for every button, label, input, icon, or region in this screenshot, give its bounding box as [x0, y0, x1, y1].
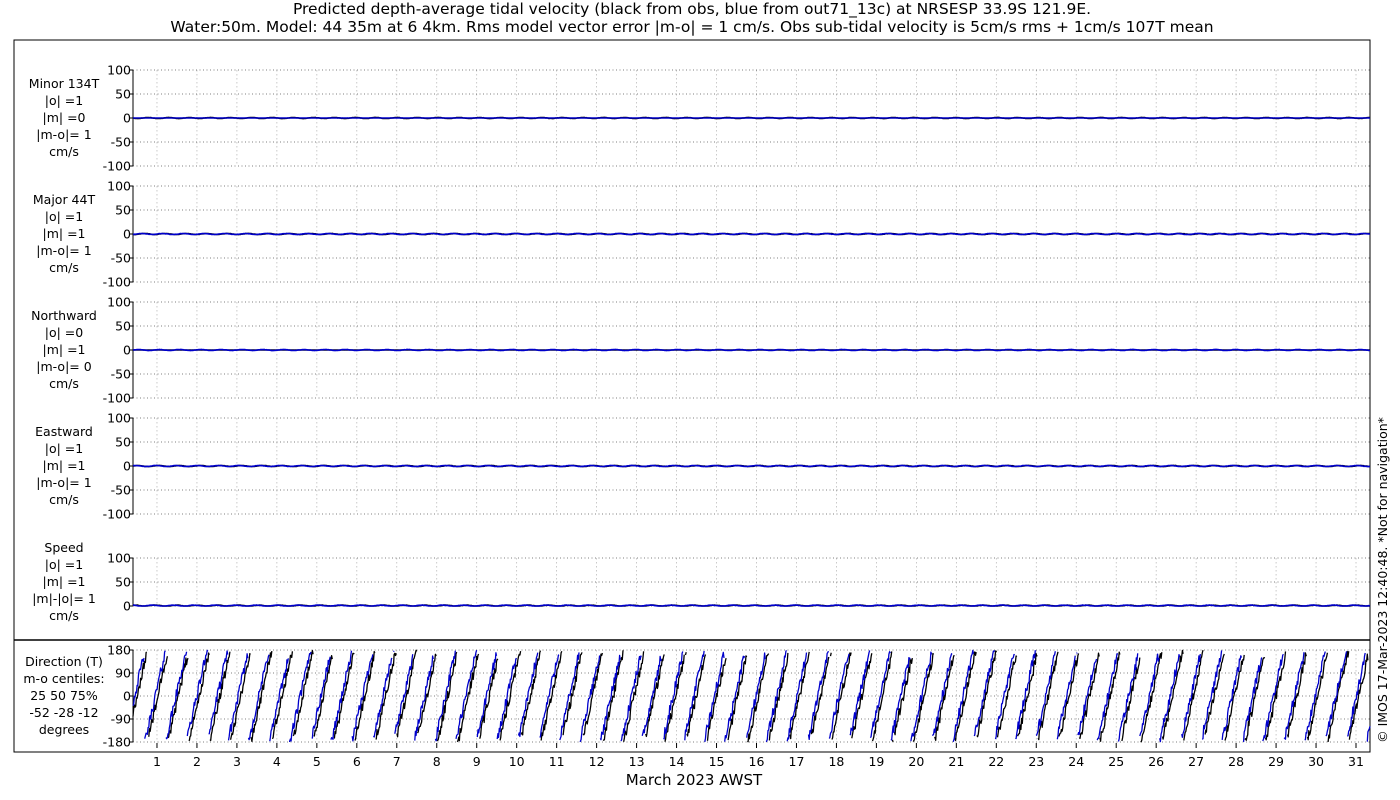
- y-tick-label: 0: [123, 599, 131, 614]
- x-tick-label: 18: [828, 754, 844, 769]
- panel-label-line: 25 50 75%: [30, 688, 98, 703]
- x-tick-label: 8: [433, 754, 441, 769]
- y-tick-label: -50: [111, 251, 131, 266]
- x-tick-label: 2: [193, 754, 201, 769]
- panel-label-line: |m|-|o|= 1: [32, 591, 96, 606]
- panel-label-line: |m-o|= 1: [36, 475, 91, 490]
- panel-label-line: Eastward: [35, 424, 93, 439]
- panel-label-line: -52 -28 -12: [29, 705, 98, 720]
- panel-label-line: |m| =1: [43, 458, 86, 473]
- x-tick-label: 19: [868, 754, 884, 769]
- x-tick-label: 4: [273, 754, 281, 769]
- y-tick-label: 100: [107, 411, 131, 426]
- y-tick-label: 90: [115, 666, 131, 681]
- panel-label-line: Major 44T: [33, 192, 96, 207]
- x-tick-label: 5: [313, 754, 321, 769]
- y-tick-label: 100: [107, 295, 131, 310]
- panel-label-line: |m-o|= 1: [36, 243, 91, 258]
- panel-label-line: cm/s: [49, 492, 79, 507]
- y-tick-label: -180: [103, 735, 131, 750]
- panel-label-line: Minor 134T: [29, 76, 100, 91]
- panel-label-line: cm/s: [49, 376, 79, 391]
- panel-label-line: cm/s: [49, 260, 79, 275]
- y-tick-label: 180: [107, 643, 131, 658]
- chart-title-line2: Water:50m. Model: 44 35m at 6 4km. Rms m…: [170, 18, 1213, 36]
- x-tick-label: 28: [1228, 754, 1244, 769]
- panel-label-line: |o| =1: [45, 93, 83, 108]
- copyright-note: © IMOS 17-Mar-2023 12:40:48. *Not for na…: [1375, 417, 1390, 743]
- x-tick-label: 20: [908, 754, 924, 769]
- y-tick-label: 0: [123, 689, 131, 704]
- chart-title-line1: Predicted depth-average tidal velocity (…: [293, 0, 1091, 19]
- x-tick-label: 21: [948, 754, 964, 769]
- x-tick-label: 7: [393, 754, 401, 769]
- tidal-velocity-figure: Predicted depth-average tidal velocity (…: [0, 0, 1400, 800]
- panel-label-line: |m| =0: [43, 110, 86, 125]
- panel-label-line: degrees: [39, 722, 89, 737]
- y-tick-label: -100: [103, 391, 131, 406]
- y-tick-label: 0: [123, 459, 131, 474]
- y-tick-label: 100: [107, 551, 131, 566]
- panel-label-line: |m| =1: [43, 226, 86, 241]
- panel-label-line: |m-o|= 1: [36, 127, 91, 142]
- y-tick-label: 100: [107, 63, 131, 78]
- y-tick-label: 50: [115, 575, 131, 590]
- panel-label-line: |o| =1: [45, 441, 83, 456]
- y-tick-label: -50: [111, 135, 131, 150]
- x-tick-label: 16: [749, 754, 765, 769]
- x-tick-label: 23: [1028, 754, 1044, 769]
- panel-label-line: Direction (T): [25, 654, 103, 669]
- panel-label-line: |m| =1: [43, 574, 86, 589]
- panel-label-line: |m| =1: [43, 342, 86, 357]
- y-tick-label: 50: [115, 87, 131, 102]
- panel-label-line: cm/s: [49, 144, 79, 159]
- y-tick-label: -90: [111, 712, 131, 727]
- y-tick-label: 0: [123, 343, 131, 358]
- x-tick-label: 30: [1308, 754, 1324, 769]
- panel-label-line: |m-o|= 0: [36, 359, 91, 374]
- panel-label-line: |o| =0: [45, 325, 84, 340]
- panel-label-line: Northward: [31, 308, 97, 323]
- x-tick-label: 14: [669, 754, 685, 769]
- y-tick-label: -100: [103, 507, 131, 522]
- panel-label-line: m-o centiles:: [23, 671, 104, 686]
- x-tick-label: 27: [1188, 754, 1204, 769]
- x-tick-label: 6: [353, 754, 361, 769]
- panel-label-line: |o| =1: [45, 209, 83, 224]
- x-tick-label: 9: [473, 754, 481, 769]
- x-tick-label: 1: [153, 754, 161, 769]
- x-tick-label: 22: [988, 754, 1004, 769]
- x-tick-label: 11: [549, 754, 565, 769]
- x-tick-label: 3: [233, 754, 241, 769]
- x-tick-label: 15: [709, 754, 725, 769]
- panel-label-line: Speed: [44, 540, 83, 555]
- x-tick-label: 24: [1068, 754, 1084, 769]
- y-tick-label: 50: [115, 203, 131, 218]
- x-tick-label: 10: [509, 754, 525, 769]
- x-tick-label: 13: [629, 754, 645, 769]
- y-tick-label: -100: [103, 275, 131, 290]
- x-tick-label: 26: [1148, 754, 1164, 769]
- y-tick-label: 0: [123, 227, 131, 242]
- y-tick-label: 50: [115, 435, 131, 450]
- y-tick-label: -100: [103, 159, 131, 174]
- x-tick-label: 12: [589, 754, 605, 769]
- y-tick-label: 50: [115, 319, 131, 334]
- panel-label-line: cm/s: [49, 608, 79, 623]
- y-tick-label: -50: [111, 367, 131, 382]
- model-series-line: [132, 464, 1370, 468]
- y-tick-label: -50: [111, 483, 131, 498]
- x-axis-label: March 2023 AWST: [626, 771, 763, 789]
- x-tick-label: 29: [1268, 754, 1284, 769]
- y-tick-label: 0: [123, 111, 131, 126]
- panel-label-line: |o| =1: [45, 557, 83, 572]
- x-tick-label: 25: [1108, 754, 1124, 769]
- model-series-line: [132, 604, 1371, 607]
- x-tick-label: 31: [1348, 754, 1364, 769]
- x-tick-label: 17: [789, 754, 805, 769]
- y-tick-label: 100: [107, 179, 131, 194]
